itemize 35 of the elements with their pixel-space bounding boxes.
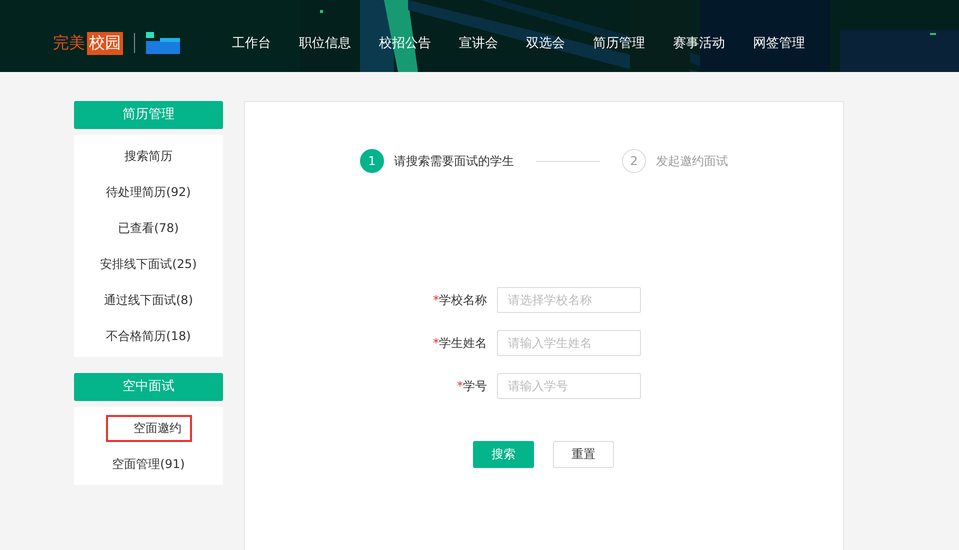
input-field[interactable]: 请输入学号: [497, 373, 641, 399]
sidebar-item[interactable]: 空面管理(91): [110, 450, 187, 478]
nav-link[interactable]: 赛事活动: [659, 34, 739, 52]
sidebar-item[interactable]: 不合格简历(18): [104, 322, 193, 350]
logo-icon: [146, 32, 180, 54]
nav-link[interactable]: 工作台: [218, 34, 285, 52]
step-number: 2: [622, 149, 646, 173]
sidebar-item[interactable]: 搜索简历: [122, 142, 174, 170]
step-number: 1: [360, 149, 384, 173]
nav-link[interactable]: 双选会: [512, 34, 579, 52]
sidebar-item[interactable]: 空面邀约: [106, 414, 192, 442]
required-mark: *: [433, 292, 439, 306]
field-label: 学校名称: [439, 292, 487, 306]
step-label: 发起邀约面试: [656, 152, 728, 170]
step-label: 请搜索需要面试的学生: [394, 152, 514, 170]
field-label: 学生姓名: [439, 336, 487, 350]
input-field[interactable]: 请输入学生姓名: [497, 330, 641, 356]
nav-link[interactable]: 网签管理: [739, 34, 819, 52]
sidebar-item[interactable]: 待处理简历(92): [104, 178, 193, 206]
sidebar-item[interactable]: 通过线下面试(8): [102, 286, 195, 314]
nav-link[interactable]: 职位信息: [285, 34, 365, 52]
logo-badge: 校园: [87, 32, 123, 54]
sidebar-item[interactable]: 安排线下面试(25): [98, 250, 199, 278]
sidebar-section-title: 简历管理: [74, 101, 223, 129]
logo-text: 完美: [53, 32, 85, 54]
field-label: 学号: [463, 378, 487, 392]
nav-link[interactable]: 宣讲会: [445, 34, 512, 52]
sidebar-section-title: 空中面试: [74, 373, 223, 401]
reset-button[interactable]: 重置: [553, 441, 614, 468]
nav-link[interactable]: 校招公告: [365, 34, 445, 52]
required-mark: *: [457, 378, 463, 392]
nav-link[interactable]: 简历管理: [579, 34, 659, 52]
required-mark: *: [433, 336, 439, 350]
sidebar-item[interactable]: 已查看(78): [116, 214, 181, 242]
input-field[interactable]: 请选择学校名称: [497, 287, 641, 313]
